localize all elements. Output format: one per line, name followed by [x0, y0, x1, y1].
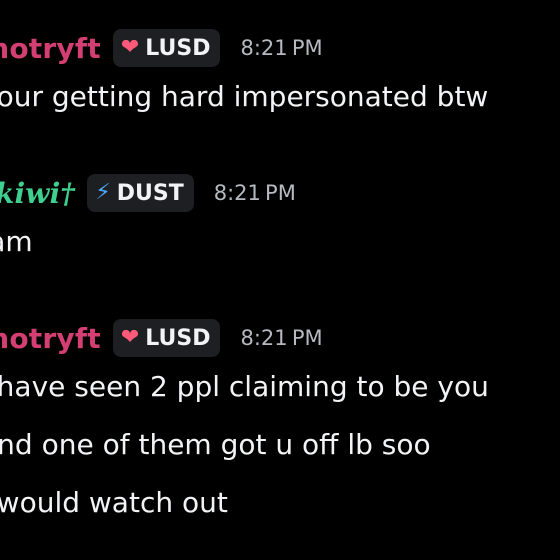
heart-icon: ❤	[120, 35, 140, 60]
message-text: your getting hard impersonated btw	[0, 80, 489, 113]
message-header: †kiwi† ⚡ DUST 8:21 PM	[0, 173, 560, 213]
message-header: motryft ❤ LUSD 8:21 PM	[0, 28, 560, 68]
lightning-icon: ⚡	[95, 180, 111, 205]
timestamp: 8:21 PM	[240, 36, 323, 60]
chat-messages: motryft ❤ LUSD 8:21 PM your getting hard…	[0, 0, 560, 560]
heart-icon: ❤	[120, 325, 140, 350]
role-tag[interactable]: ⚡ DUST	[87, 174, 194, 212]
role-tag-label: DUST	[116, 180, 184, 206]
message-text: i would watch out	[0, 486, 228, 519]
role-tag[interactable]: ❤ LUSD	[112, 29, 221, 67]
username[interactable]: motryft	[0, 32, 101, 65]
message-text: Iam	[0, 225, 33, 258]
username[interactable]: †kiwi†	[0, 177, 75, 210]
message-text: and one of them got u off lb soo	[0, 428, 431, 461]
message-text: i have seen 2 ppl claiming to be you	[0, 370, 489, 403]
message-group: motryft ❤ LUSD 8:21 PM your getting hard…	[0, 28, 560, 126]
message-header: motryft ❤ LUSD 8:21 PM	[0, 318, 560, 358]
role-tag[interactable]: ❤ LUSD	[112, 319, 221, 357]
username[interactable]: motryft	[0, 322, 101, 355]
role-tag-label: LUSD	[145, 35, 211, 61]
timestamp: 8:21 PM	[213, 181, 296, 205]
message-group: motryft ❤ LUSD 8:21 PM i have seen 2 ppl…	[0, 318, 560, 532]
role-tag-label: LUSD	[145, 325, 211, 351]
message-group: †kiwi† ⚡ DUST 8:21 PM Iam	[0, 173, 560, 271]
timestamp: 8:21 PM	[240, 326, 323, 350]
